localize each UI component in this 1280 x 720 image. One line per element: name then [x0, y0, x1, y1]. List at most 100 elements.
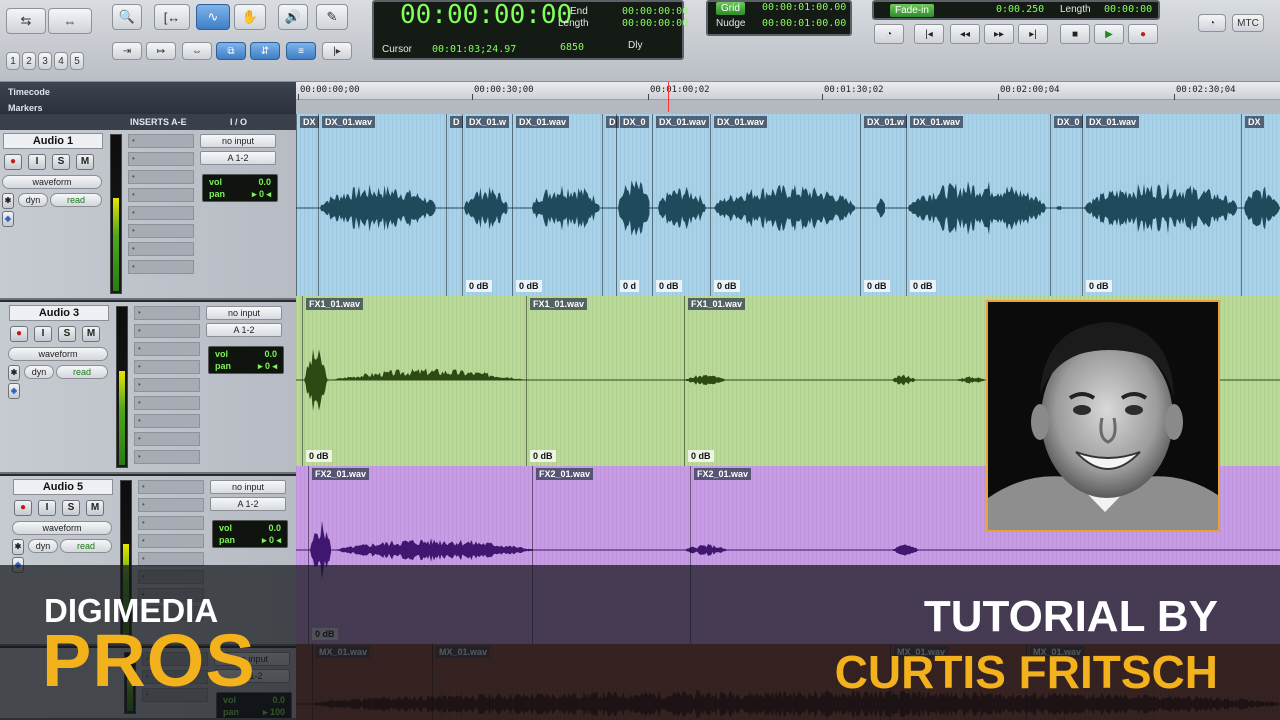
insert-slot[interactable]: •: [134, 360, 200, 374]
stop-icon[interactable]: ■: [1060, 24, 1090, 44]
dx-lane[interactable]: DX DX_01.wav D DX_01.w 0 dB DX_01.wav 0 dB D DX_…: [296, 114, 1280, 296]
slip-mode-icon[interactable]: ⇔: [48, 8, 92, 34]
insert-slot[interactable]: •: [128, 152, 194, 166]
input-selector[interactable]: no input: [210, 480, 286, 494]
audio-clip[interactable]: D: [446, 114, 463, 296]
elastic-audio-icon[interactable]: ◈: [2, 211, 14, 227]
audio-clip[interactable]: DX: [1241, 114, 1280, 296]
insert-slot[interactable]: •: [128, 206, 194, 220]
insert-slot[interactable]: •: [134, 396, 200, 410]
track-view-selector[interactable]: waveform: [12, 521, 112, 535]
clip-gain[interactable]: 0 dB: [466, 280, 492, 292]
elastic-audio-icon[interactable]: ◈: [8, 383, 20, 399]
audio-clip[interactable]: DX_01.wav 0 dB: [512, 114, 602, 296]
insert-slot[interactable]: •: [128, 260, 194, 274]
tab-to-transients-icon[interactable]: ⇥: [112, 42, 142, 60]
length-value[interactable]: 00:00:00:00: [622, 18, 688, 29]
markers-ruler[interactable]: [296, 100, 1280, 114]
link-timeline-icon[interactable]: ⇔: [182, 42, 212, 60]
delay-label[interactable]: Dly: [628, 40, 642, 51]
audio-clip[interactable]: DX_01.wav 0 dB: [906, 114, 1050, 296]
clip-gain[interactable]: 0 dB: [1086, 280, 1112, 292]
solo-button[interactable]: S: [52, 154, 70, 170]
mute-button[interactable]: M: [76, 154, 94, 170]
insert-slot[interactable]: •: [134, 450, 200, 464]
vol-value[interactable]: 0.0: [264, 349, 277, 359]
record-enable-button[interactable]: ●: [4, 154, 22, 170]
zoom-preset-4[interactable]: 4: [54, 52, 68, 70]
clip-gain[interactable]: 0 dB: [530, 450, 556, 462]
scroll-mode-icon[interactable]: |▸: [322, 42, 352, 60]
online-icon[interactable]: ◔: [874, 24, 904, 44]
fade-value[interactable]: 0:00.250: [996, 4, 1044, 15]
audio-clip[interactable]: FX1_01.wav 0 dB: [526, 296, 684, 466]
audio-clip[interactable]: DX_01.wav 0 dB: [652, 114, 710, 296]
clip-gain[interactable]: 0 dB: [714, 280, 740, 292]
play-icon[interactable]: ▶: [1094, 24, 1124, 44]
insert-slot[interactable]: •: [128, 242, 194, 256]
nudge-value[interactable]: 00:00:01:00.00: [762, 18, 846, 29]
main-counter[interactable]: 00:00:00:00: [400, 0, 572, 30]
vol-pan-display[interactable]: vol 0.0 pan ▸ 0 ◂: [202, 174, 278, 202]
record-icon[interactable]: ●: [1128, 24, 1158, 44]
rewind-icon[interactable]: ◂◂: [950, 24, 980, 44]
insert-slot[interactable]: •: [128, 188, 194, 202]
insert-slot[interactable]: •: [138, 534, 204, 548]
selector-tool-icon[interactable]: ∿: [196, 4, 230, 30]
insert-slot[interactable]: •: [128, 134, 194, 148]
record-enable-button[interactable]: ●: [14, 500, 32, 516]
mtc-button[interactable]: MTC: [1232, 14, 1264, 32]
track-name[interactable]: Audio 5: [13, 479, 113, 495]
insert-slot[interactable]: •: [134, 306, 200, 320]
clip-gain[interactable]: 0 dB: [864, 280, 890, 292]
input-monitor-button[interactable]: I: [38, 500, 56, 516]
automation-dyn-button[interactable]: dyn: [24, 365, 54, 379]
automation-mode-selector[interactable]: read: [60, 539, 112, 553]
zoom-preset-3[interactable]: 3: [38, 52, 52, 70]
mute-button[interactable]: M: [82, 326, 100, 342]
audio-clip[interactable]: DX_01.wav 0 dB: [1082, 114, 1241, 296]
audio-clip[interactable]: DX_0: [1050, 114, 1083, 296]
pan-value[interactable]: ▸ 0 ◂: [262, 535, 281, 546]
track-view-selector[interactable]: waveform: [8, 347, 108, 361]
audio-clip[interactable]: D: [602, 114, 619, 296]
audio-clip[interactable]: DX_01.wav 0 dB: [710, 114, 860, 296]
automation-dyn-button[interactable]: dyn: [28, 539, 58, 553]
vol-pan-display[interactable]: vol 0.0 pan ▸ 0 ◂: [208, 346, 284, 374]
mute-button[interactable]: M: [86, 500, 104, 516]
insert-slot[interactable]: •: [134, 342, 200, 356]
insert-slot[interactable]: •: [138, 480, 204, 494]
track-header[interactable]: Audio 1 ● I S Mwaveform dyn read ✱ ◈ • • • • • • • • no i…: [0, 130, 296, 300]
audio-clip[interactable]: FX1_01.wav 0 dB: [302, 296, 526, 466]
timecode-ruler-label[interactable]: Timecode: [8, 87, 50, 97]
solo-button[interactable]: S: [58, 326, 76, 342]
input-selector[interactable]: no input: [206, 306, 282, 320]
vol-value[interactable]: 0.0: [268, 523, 281, 533]
record-enable-button[interactable]: ●: [10, 326, 28, 342]
pan-value[interactable]: ▸ 0 ◂: [258, 361, 277, 372]
fade-in-button[interactable]: Fade-in: [890, 4, 934, 17]
vol-value[interactable]: 0.0: [258, 177, 271, 187]
automation-dyn-button[interactable]: dyn: [18, 193, 48, 207]
clip-gain[interactable]: 0 dB: [656, 280, 682, 292]
link-track-selection-icon[interactable]: ⧉: [216, 42, 246, 60]
zoom-preset-2[interactable]: 2: [22, 52, 36, 70]
insert-slot[interactable]: •: [128, 170, 194, 184]
zoomer-tool-icon[interactable]: 🔍: [112, 4, 142, 30]
mirror-edit-icon[interactable]: ↦: [146, 42, 176, 60]
insert-slot[interactable]: •: [138, 498, 204, 512]
return-to-zero-icon[interactable]: |◂: [914, 24, 944, 44]
track-name[interactable]: Audio 3: [9, 305, 109, 321]
speaker-scrub-tool-icon[interactable]: 🔊: [278, 4, 308, 30]
grid-value[interactable]: 00:00:01:00.00: [762, 2, 846, 13]
clip-gain[interactable]: 0 d: [620, 280, 640, 292]
insertion-follows-playback-icon[interactable]: ⇵: [250, 42, 280, 60]
input-selector[interactable]: no input: [200, 134, 276, 148]
solo-button[interactable]: S: [62, 500, 80, 516]
markers-ruler-label[interactable]: Markers: [8, 103, 43, 113]
zoom-preset-1[interactable]: 1: [6, 52, 20, 70]
insert-slot[interactable]: •: [134, 414, 200, 428]
output-selector[interactable]: A 1-2: [200, 151, 276, 165]
track-options-icon[interactable]: ✱: [12, 539, 24, 555]
input-monitor-button[interactable]: I: [34, 326, 52, 342]
